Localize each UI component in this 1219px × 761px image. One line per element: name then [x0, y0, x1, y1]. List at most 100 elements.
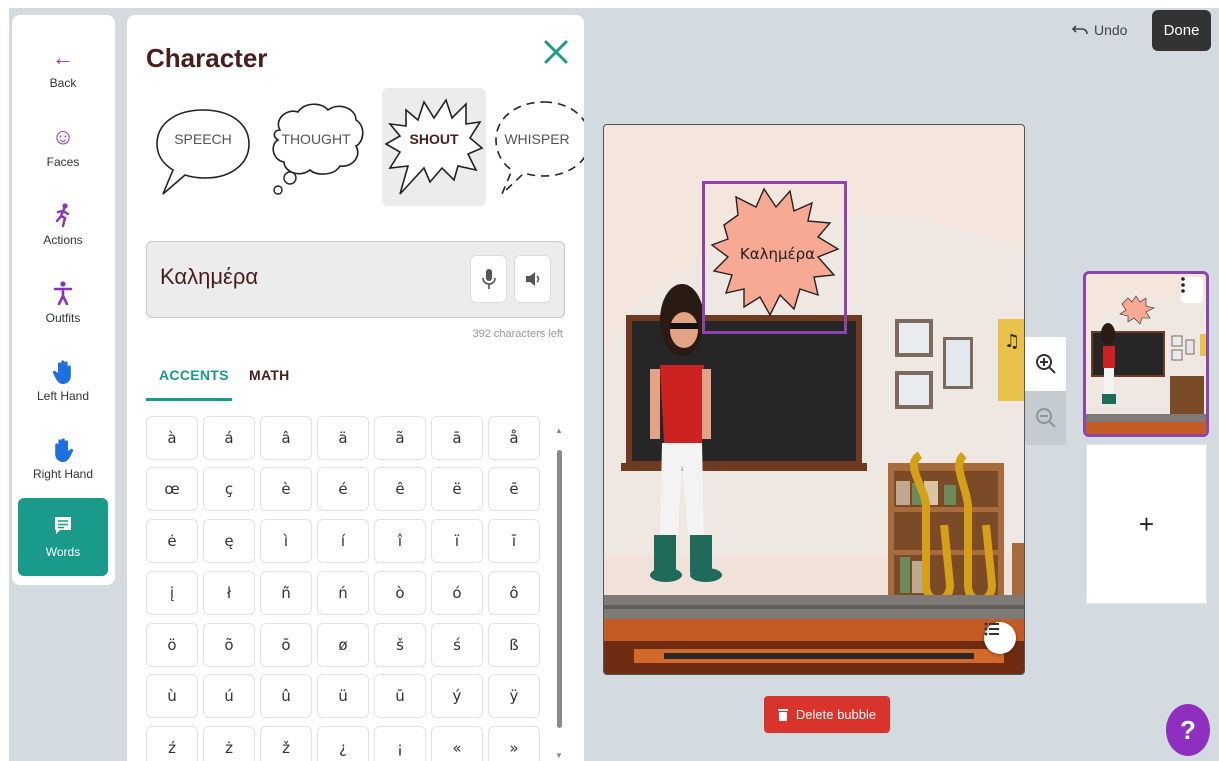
scene-bubble-text[interactable]: Καλημέρα	[711, 245, 844, 263]
nav-actions[interactable]: Actions	[18, 190, 108, 260]
scroll-up-icon[interactable]: ▲	[555, 426, 563, 435]
accent-key[interactable]: á	[203, 416, 255, 460]
accent-key[interactable]: î	[374, 519, 426, 563]
accent-key[interactable]: ę	[203, 519, 255, 563]
zoom-in-icon	[1035, 354, 1056, 374]
accent-key[interactable]: ¿	[317, 726, 369, 761]
accent-key[interactable]: â	[260, 416, 312, 460]
accent-key[interactable]: »	[488, 726, 540, 761]
accent-key[interactable]: ò	[374, 571, 426, 615]
bubble-text-input[interactable]: Καλημέρα	[146, 241, 565, 318]
accent-key[interactable]: õ	[203, 623, 255, 667]
zoom-in-button[interactable]	[1025, 337, 1066, 391]
hand-icon	[52, 359, 74, 385]
cell-thumbnail[interactable]	[1083, 271, 1209, 437]
more-options-button[interactable]	[1181, 277, 1203, 303]
nav-words-label: Words	[45, 545, 81, 559]
accent-key[interactable]: į	[146, 571, 198, 615]
bubble-type-thought[interactable]: THOUGHT	[264, 88, 368, 206]
accent-key[interactable]: ō	[260, 623, 312, 667]
scene-canvas[interactable]: ♫ Καλημέρα	[603, 124, 1025, 675]
accent-key[interactable]: ń	[317, 571, 369, 615]
undo-button[interactable]: Undo	[1072, 22, 1127, 38]
accent-key[interactable]: ÿ	[488, 674, 540, 718]
characters-left: 392 characters left	[472, 328, 564, 340]
accent-key[interactable]: ü	[317, 674, 369, 718]
accent-key[interactable]: ś	[431, 623, 483, 667]
nav-right-hand[interactable]: Right Hand	[18, 424, 108, 494]
add-cell-button[interactable]: +	[1086, 444, 1207, 604]
bubble-type-whisper[interactable]: WHISPER	[490, 88, 584, 206]
accent-key[interactable]: ã	[374, 416, 426, 460]
accent-key[interactable]: à	[146, 416, 198, 460]
zoom-out-icon	[1035, 408, 1056, 428]
accent-key[interactable]: ï	[431, 519, 483, 563]
nav-actions-label: Actions	[43, 233, 83, 247]
accent-key[interactable]: ç	[203, 467, 255, 511]
delete-bubble-label: Delete bubble	[795, 707, 877, 722]
accent-key[interactable]: ż	[203, 726, 255, 761]
accent-key[interactable]: œ	[146, 467, 198, 511]
nav-right-hand-label: Right Hand	[32, 467, 94, 481]
accent-key[interactable]: û	[260, 674, 312, 718]
accent-key[interactable]: ú	[203, 674, 255, 718]
zoom-out-button[interactable]	[1025, 391, 1066, 445]
bubble-type-shout[interactable]: SHOUT	[382, 88, 486, 206]
accent-key[interactable]: š	[374, 623, 426, 667]
hand-icon	[52, 437, 74, 463]
tab-accents[interactable]: ACCENTS	[159, 367, 229, 383]
accent-key[interactable]: í	[317, 519, 369, 563]
accent-key[interactable]: ä	[317, 416, 369, 460]
accent-key[interactable]: ô	[488, 571, 540, 615]
accent-key[interactable]: ù	[146, 674, 198, 718]
help-button[interactable]: ?	[1166, 704, 1210, 756]
accent-key[interactable]: ø	[317, 623, 369, 667]
speech-bubble-icon	[53, 515, 73, 541]
undo-label: Undo	[1094, 22, 1128, 38]
nav-outfits[interactable]: Outfits	[18, 268, 108, 338]
tab-math[interactable]: MATH	[249, 367, 290, 383]
accent-key[interactable]: ý	[431, 674, 483, 718]
layers-button[interactable]	[984, 622, 1016, 654]
key-grid-scrollbar[interactable]: ▲ ▼	[554, 426, 564, 761]
nav-faces-label: Faces	[46, 155, 80, 169]
microphone-button[interactable]	[470, 255, 507, 303]
speaker-button[interactable]	[514, 255, 551, 303]
accent-key[interactable]: ł	[203, 571, 255, 615]
kebab-menu-icon	[1181, 277, 1185, 293]
nav-back[interactable]: ← Back	[18, 33, 108, 103]
accent-key[interactable]: ū	[374, 674, 426, 718]
accent-key[interactable]: ñ	[260, 571, 312, 615]
accent-key[interactable]: «	[431, 726, 483, 761]
accent-key[interactable]: ë	[431, 467, 483, 511]
accent-key[interactable]: ā	[431, 416, 483, 460]
accent-key[interactable]: è	[260, 467, 312, 511]
svg-text:♫: ♫	[1004, 331, 1020, 352]
delete-bubble-button[interactable]: Delete bubble	[764, 696, 890, 733]
microphone-icon	[481, 269, 496, 289]
accent-key[interactable]: ē	[488, 467, 540, 511]
accent-key[interactable]: ė	[146, 519, 198, 563]
scroll-down-icon[interactable]: ▼	[555, 751, 563, 760]
accent-key[interactable]: ī	[488, 519, 540, 563]
accent-key[interactable]: ê	[374, 467, 426, 511]
accent-key[interactable]: ß	[488, 623, 540, 667]
scrollbar-thumb[interactable]	[557, 450, 562, 728]
accent-key[interactable]: ó	[431, 571, 483, 615]
done-button[interactable]: Done	[1152, 10, 1211, 51]
bubble-label-speech: SPEECH	[174, 131, 232, 147]
accent-key[interactable]: ö	[146, 623, 198, 667]
nav-left-hand[interactable]: Left Hand	[18, 346, 108, 416]
nav-faces[interactable]: ☺ Faces	[18, 112, 108, 182]
accent-key[interactable]: é	[317, 467, 369, 511]
trash-icon	[777, 709, 788, 721]
accent-key[interactable]: ź	[146, 726, 198, 761]
nav-words[interactable]: Words	[18, 498, 108, 576]
bubble-type-speech[interactable]: SPEECH	[151, 88, 255, 206]
close-icon[interactable]	[541, 37, 571, 67]
bubble-text-value: Καλημέρα	[160, 264, 259, 289]
accent-key[interactable]: å	[488, 416, 540, 460]
accent-key[interactable]: ž	[260, 726, 312, 761]
accent-key[interactable]: ¡	[374, 726, 426, 761]
accent-key[interactable]: ì	[260, 519, 312, 563]
